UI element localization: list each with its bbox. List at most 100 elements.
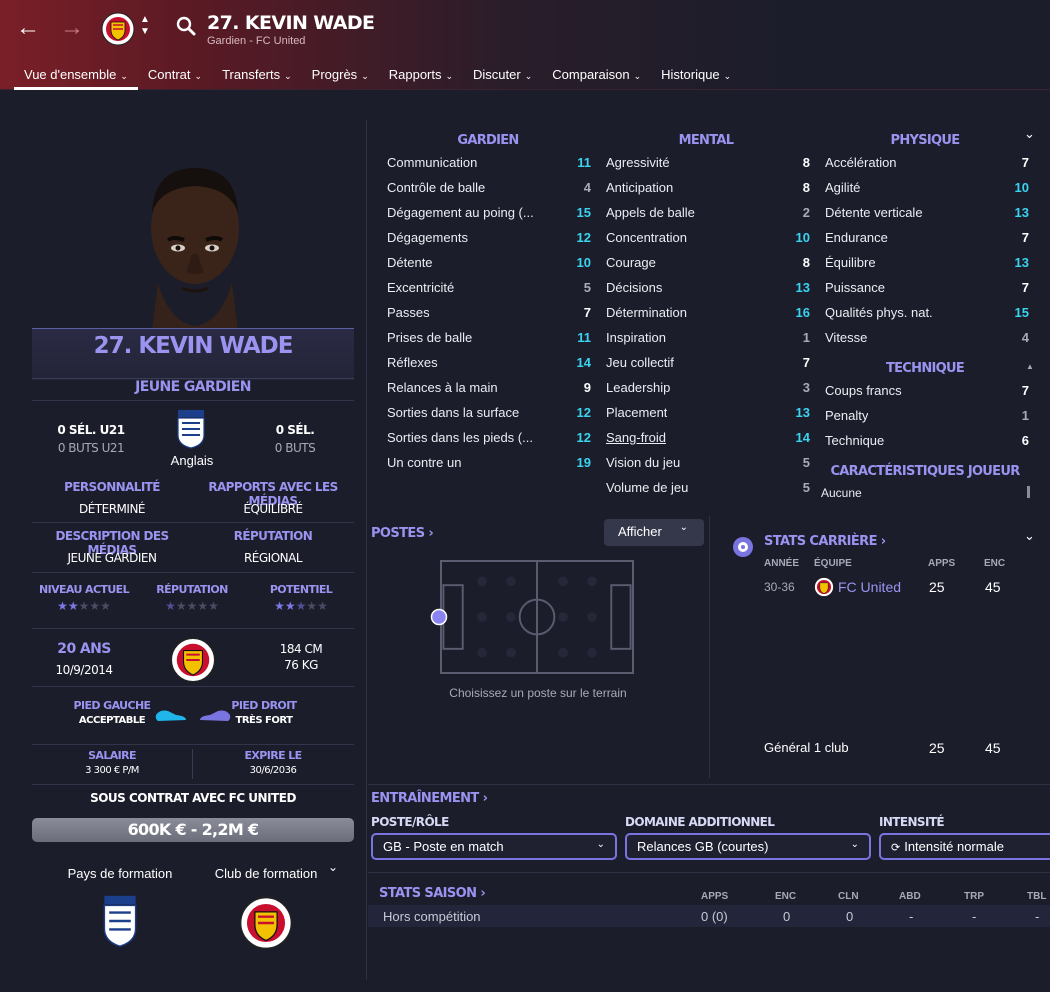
tab-transfers[interactable]: Transferts ⌄ — [212, 62, 302, 90]
collapse-chevron-icon[interactable]: ⌄ — [1024, 126, 1035, 142]
extra-focus-dropdown[interactable]: Relances GB (courtes) ⌄ — [625, 833, 871, 860]
season-stats-link[interactable]: STATS SAISON › — [379, 886, 486, 901]
attribute-row[interactable]: Sang-froid 14 — [606, 425, 810, 450]
attribute-value: 7 — [1021, 280, 1029, 295]
attribute-row[interactable]: Dégagements 12 — [387, 225, 591, 250]
attribute-row[interactable]: Passes 7 — [387, 300, 591, 325]
attribute-name: Coups francs — [825, 383, 902, 398]
attribute-row[interactable]: Relances à la main 9 — [387, 375, 591, 400]
player-portrait — [151, 168, 239, 330]
attribute-row[interactable]: Communication 11 — [387, 150, 591, 175]
attribute-row[interactable]: Courage 8 — [606, 250, 810, 275]
pitch-map[interactable] — [440, 560, 634, 674]
attribute-row[interactable]: Excentricité 5 — [387, 275, 591, 300]
season-cell: 0 — [846, 909, 854, 924]
attribute-row[interactable]: Penalty 1 — [825, 403, 1029, 428]
career-team-header: ÉQUIPE — [814, 558, 852, 569]
tab-comparison[interactable]: Comparaison ⌄ — [542, 62, 651, 90]
star-icon: ★ — [186, 599, 198, 613]
scrollbar-thumb[interactable] — [1027, 486, 1030, 498]
chevron-down-icon: ⌄ — [596, 839, 605, 850]
attribute-row[interactable]: Concentration 10 — [606, 225, 810, 250]
star-icon: ★ — [165, 599, 176, 613]
attribute-row[interactable]: Vision du jeu 5 — [606, 450, 810, 475]
attribute-row[interactable]: Coups francs 7 — [825, 378, 1029, 403]
attribute-row[interactable]: Inspiration 1 — [606, 325, 810, 350]
collapse-chevron-icon[interactable]: ⌄ — [1024, 528, 1035, 544]
age-section: 20 ANS 10/9/2014 184 CM 76 KG — [32, 628, 354, 686]
traits-first: Aucune — [821, 486, 862, 498]
attribute-row[interactable]: Sorties dans les pieds (... 12 — [387, 425, 591, 450]
forward-arrow-icon[interactable]: → — [58, 14, 86, 42]
attribute-row[interactable]: Leadership 3 — [606, 375, 810, 400]
attribute-row[interactable]: Détente 10 — [387, 250, 591, 275]
attribute-name: Contrôle de balle — [387, 180, 486, 195]
star-icon: ★ — [274, 599, 285, 613]
tab-history[interactable]: Historique ⌄ — [651, 62, 741, 90]
attribute-row[interactable]: Agilité 10 — [825, 175, 1029, 200]
attribute-row[interactable]: Contrôle de balle 4 — [387, 175, 591, 200]
career-goals: 45 — [985, 579, 1001, 595]
training-link[interactable]: ENTRAÎNEMENT › — [371, 791, 488, 806]
attribute-name: Prises de balle — [387, 330, 473, 345]
england-crest-icon[interactable] — [176, 409, 206, 449]
intensity-dropdown[interactable]: ⟳ Intensité normale — [879, 833, 1050, 860]
career-stats-link[interactable]: STATS CARRIÈRE › — [764, 534, 886, 549]
tab-overview[interactable]: Vue d'ensemble ⌄ — [14, 62, 138, 90]
attribute-row[interactable]: Dégagement au poing (... 15 — [387, 200, 591, 225]
senior-goals: 0 BUTS — [274, 441, 316, 455]
attribute-row[interactable]: Équilibre 13 — [825, 250, 1029, 275]
attribute-row[interactable]: Prises de balle 11 — [387, 325, 591, 350]
attribute-row[interactable]: Vitesse 4 — [825, 325, 1029, 350]
attribute-row[interactable]: Accélération 7 — [825, 150, 1029, 175]
show-dropdown[interactable]: Afficher ⌄ — [604, 519, 704, 546]
attribute-row[interactable]: Puissance 7 — [825, 275, 1029, 300]
attribute-value: 8 — [802, 180, 810, 195]
goalkeeper-position-dot[interactable] — [430, 608, 448, 626]
tab-reports[interactable]: Rapports ⌄ — [379, 62, 463, 90]
attribute-value: 5 — [802, 480, 810, 495]
attribute-name: Détente — [387, 255, 433, 270]
tab-label: Transferts — [222, 67, 281, 82]
attribute-value: 16 — [795, 305, 810, 320]
attribute-row[interactable]: Placement 13 — [606, 400, 810, 425]
club-switch-chevrons-icon[interactable]: ▲ ▼ — [140, 14, 150, 38]
scroll-up-icon[interactable]: ▲ — [1026, 362, 1034, 371]
star-icon: ★ — [208, 599, 219, 613]
senior-caps: 0 SÉL. — [275, 423, 315, 437]
attribute-name: Inspiration — [606, 330, 666, 345]
attribute-row[interactable]: Anticipation 8 — [606, 175, 810, 200]
attribute-row[interactable]: Décisions 13 — [606, 275, 810, 300]
tab-progress[interactable]: Progrès ⌄ — [302, 62, 379, 90]
england-crest-icon[interactable] — [102, 894, 138, 948]
attribute-row[interactable]: Jeu collectif 7 — [606, 350, 810, 375]
salary-label: SALAIRE — [88, 749, 136, 762]
career-team-link[interactable]: FC United — [838, 579, 901, 595]
transfer-value-bar[interactable]: 600K € - 2,2M € — [32, 818, 354, 842]
back-arrow-icon[interactable]: ← — [14, 14, 42, 42]
potential-label: POTENTIEL — [269, 583, 333, 596]
positions-link[interactable]: POSTES › — [371, 526, 434, 541]
chevron-down-icon[interactable]: ⌄ — [328, 860, 338, 874]
attribute-row[interactable]: Un contre un 19 — [387, 450, 591, 475]
attribute-row[interactable]: Agressivité 8 — [606, 150, 810, 175]
attribute-row[interactable]: Technique 6 — [825, 428, 1029, 453]
role-dropdown[interactable]: GB - Poste en match ⌄ — [371, 833, 617, 860]
attribute-value: 15 — [1014, 305, 1029, 320]
attribute-row[interactable]: Sorties dans la surface 12 — [387, 400, 591, 425]
attribute-row[interactable]: Endurance 7 — [825, 225, 1029, 250]
attribute-row[interactable]: Volume de jeu 5 — [606, 475, 810, 500]
search-icon[interactable] — [176, 16, 196, 36]
club-crest-icon — [814, 577, 834, 597]
club-crest-icon[interactable] — [170, 637, 216, 683]
attribute-row[interactable]: Appels de balle 2 — [606, 200, 810, 225]
attribute-row[interactable]: Qualités phys. nat. 15 — [825, 300, 1029, 325]
tab-contract[interactable]: Contrat ⌄ — [138, 62, 212, 90]
club-crest-icon[interactable] — [239, 896, 293, 950]
salary-value: 3 300 € P/M — [85, 765, 139, 776]
attribute-row[interactable]: Détente verticale 13 — [825, 200, 1029, 225]
club-crest-icon[interactable] — [101, 12, 135, 46]
attribute-row[interactable]: Détermination 16 — [606, 300, 810, 325]
attribute-row[interactable]: Réflexes 14 — [387, 350, 591, 375]
tab-discuss[interactable]: Discuter ⌄ — [463, 62, 542, 90]
